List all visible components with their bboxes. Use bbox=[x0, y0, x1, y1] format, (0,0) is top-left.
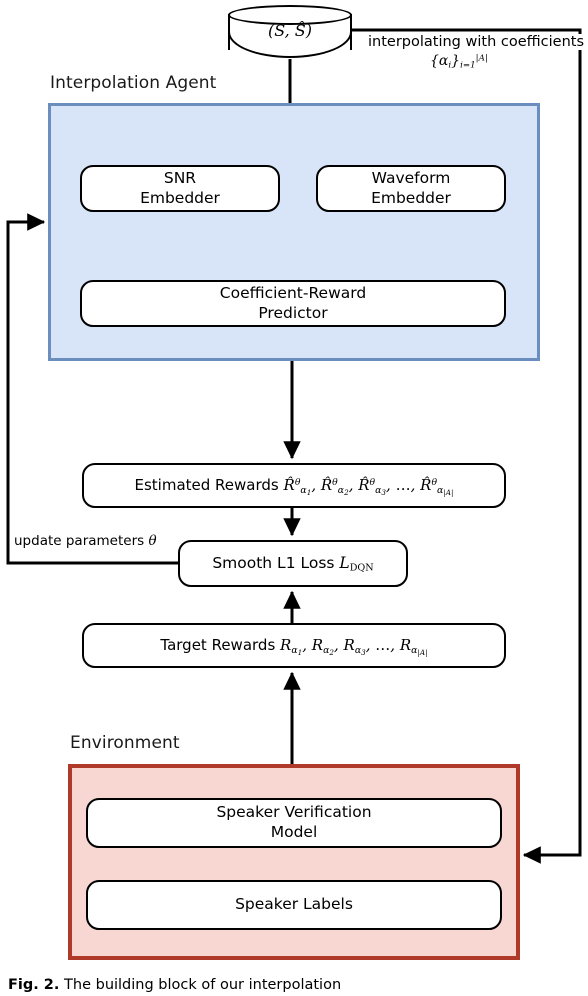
dataset-cylinder: (S, Ŝ) bbox=[228, 5, 352, 59]
target-rewards-box: Target Rewards Rα1, Rα2, Rα3, …, Rα|A| bbox=[82, 623, 506, 668]
figure-canvas: Interpolation Agent Environment (S, Ŝ) i… bbox=[0, 0, 588, 996]
speaker-verification-model-box: Speaker Verification Model bbox=[86, 798, 502, 848]
snr-embedder-box: SNR Embedder bbox=[80, 165, 280, 212]
interpolation-agent-label: Interpolation Agent bbox=[50, 73, 217, 93]
predictor-line2: Predictor bbox=[258, 303, 328, 322]
loss-symbol: LDQN bbox=[339, 553, 374, 574]
interpolating-annotation: interpolating with coefficients bbox=[368, 34, 584, 50]
estimated-rewards-box: Estimated Rewards R̂θα1, R̂θα2, R̂θα3, …… bbox=[82, 463, 506, 508]
speaker-verification-line2: Model bbox=[270, 823, 318, 841]
speaker-verification-line1: Speaker Verification bbox=[216, 803, 372, 822]
update-parameters-annotation: update parameters θ bbox=[12, 533, 159, 549]
figure-caption-text: The building block of our interpolation bbox=[64, 977, 342, 993]
coefficient-reward-predictor-box: Coefficient-Reward Predictor bbox=[80, 280, 506, 327]
snr-embedder-line2: Embedder bbox=[140, 188, 220, 207]
waveform-embedder-box: Waveform Embedder bbox=[316, 165, 506, 212]
snr-embedder-line1: SNR bbox=[163, 168, 197, 187]
target-rewards-math: Rα1, Rα2, Rα3, …, Rα|A| bbox=[280, 636, 428, 657]
waveform-embedder-line1: Waveform bbox=[371, 168, 451, 187]
predictor-line1: Coefficient-Reward bbox=[219, 283, 367, 302]
target-rewards-label: Target Rewards bbox=[160, 636, 276, 655]
update-parameters-text: update parameters bbox=[14, 533, 149, 549]
estimated-rewards-label: Estimated Rewards bbox=[134, 476, 279, 495]
waveform-embedder-line2: Embedder bbox=[371, 188, 451, 207]
speaker-labels-text: Speaker Labels bbox=[235, 895, 353, 914]
estimated-rewards-math: R̂θα1, R̂θα2, R̂θα3, …, R̂θα|A| bbox=[283, 476, 454, 497]
speaker-labels-box: Speaker Labels bbox=[86, 880, 502, 930]
coefficients-annotation: {αi}i=1|A| bbox=[430, 53, 488, 71]
environment-label: Environment bbox=[70, 733, 180, 753]
figure-caption: Fig. 2. The building block of our interp… bbox=[8, 976, 580, 995]
loss-label: Smooth L1 Loss bbox=[212, 553, 335, 572]
environment-container bbox=[68, 764, 520, 960]
dataset-label: (S, Ŝ) bbox=[267, 21, 313, 40]
smooth-l1-loss-box: Smooth L1 Loss LDQN bbox=[178, 540, 408, 587]
figure-number: Fig. 2. bbox=[8, 977, 60, 993]
